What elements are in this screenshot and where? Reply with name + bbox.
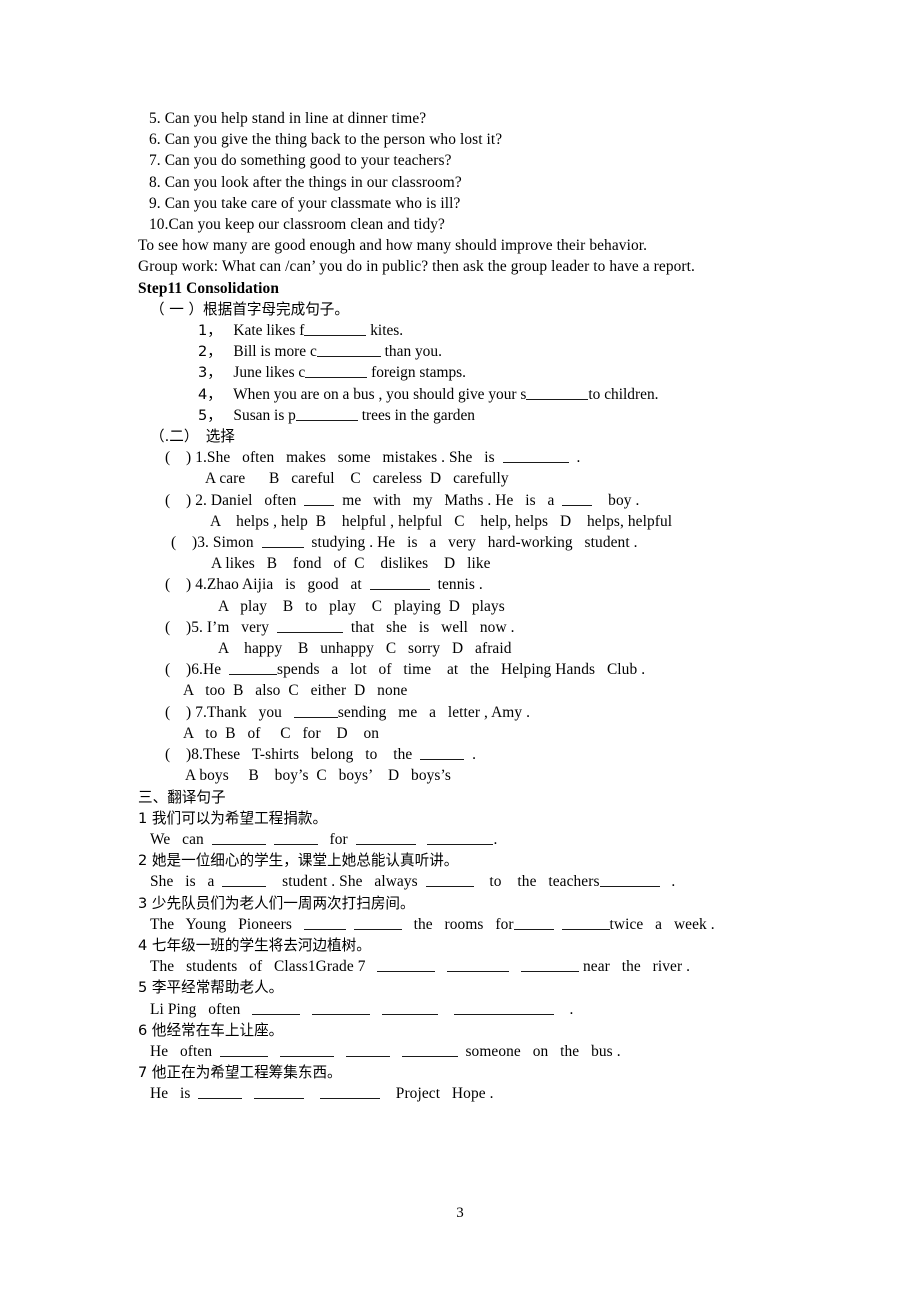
translation-answer-line: He often someone on the bus . [150, 1041, 621, 1060]
answer-blank[interactable] [211, 829, 266, 845]
answer-blank[interactable] [355, 829, 416, 845]
answer-blank[interactable] [420, 744, 465, 761]
translation-answer-line: The Young Pioneers the rooms for twice a… [150, 914, 715, 933]
choice-question-stem: ( )3. Simon studying . He is a very hard… [171, 532, 638, 552]
answer-blank[interactable] [261, 532, 304, 549]
answer-blank[interactable] [381, 999, 438, 1015]
choice-options[interactable]: A likes B fond of C dislikes D like [138, 553, 790, 574]
answer-blank[interactable] [502, 448, 569, 464]
translation-prompt: 3 少先队员们为老人们一周两次打扫房间。 [138, 894, 415, 912]
choice-question-stem: ( ) 7.Thank you sending me a letter , Am… [165, 702, 531, 721]
answer-blank[interactable] [254, 1084, 305, 1100]
answer-blank[interactable] [295, 405, 358, 421]
choice-question-stem: ( ) 1.She often makes some mistakes . Sh… [165, 448, 581, 467]
can-you-item: 6. Can you give the thing back to the pe… [149, 131, 503, 149]
translation-answer-line: He is Project Hope . [150, 1084, 494, 1103]
item-number: 1， [198, 322, 222, 340]
answer-blank[interactable] [526, 384, 589, 400]
group-work-instruction: Group work: What can /can’ you do in pub… [138, 258, 695, 276]
item-number: 5， [198, 406, 222, 424]
answer-blank[interactable] [353, 914, 402, 930]
section-two-label: （.二） 选择 [150, 428, 235, 446]
answer-blank[interactable] [229, 660, 278, 676]
can-you-item: 9. Can you take care of your classmate w… [149, 194, 461, 212]
fill-in-item: 2， Bill is more c than you. [198, 342, 442, 361]
answer-blank[interactable] [316, 342, 381, 358]
answer-blank[interactable] [303, 914, 346, 930]
translation-prompt: 4 七年级一班的学生将去河边植树。 [138, 936, 371, 954]
section-two-items: ( ) 1.She often makes some mistakes . Sh… [138, 447, 790, 786]
choice-options[interactable]: A to B of C for D on [138, 723, 790, 744]
answer-blank[interactable] [279, 1041, 334, 1057]
to-see-instruction: To see how many are good enough and how … [138, 237, 648, 255]
item-number: 2， [198, 343, 222, 361]
translation-answer-line: Li Ping often . [150, 999, 574, 1018]
translation-answer-line: The students of Class1Grade 7 near the r… [150, 957, 691, 976]
translation-prompt: 5 李平经常帮助老人。 [138, 979, 284, 997]
translation-prompt: 1 我们可以为希望工程捐款。 [138, 809, 328, 827]
translation-answer-line: She is a student . She always to the tea… [150, 872, 676, 891]
translation-heading: 三、翻译句子 [138, 788, 226, 806]
answer-blank[interactable] [304, 320, 367, 337]
page-number: 3 [456, 1205, 464, 1221]
translation-prompt: 6 他经常在车上让座。 [138, 1021, 284, 1039]
answer-blank[interactable] [453, 999, 554, 1015]
answer-blank[interactable] [220, 1041, 269, 1057]
answer-blank[interactable] [293, 702, 338, 718]
answer-blank[interactable] [252, 999, 301, 1015]
answer-blank[interactable] [312, 999, 371, 1015]
answer-blank[interactable] [425, 872, 474, 888]
step11-heading: Step11 Consolidation [138, 279, 279, 297]
choice-options[interactable]: A too B also C either D none [138, 680, 790, 701]
answer-blank[interactable] [198, 1084, 243, 1100]
choice-options[interactable]: A play B to play C playing D plays [138, 596, 790, 617]
section-one-items: 1， Kate likes f kites. 2， Bill is more c … [138, 320, 790, 426]
can-you-item: 10.Can you keep our classroom clean and … [149, 216, 445, 234]
can-you-item: 8. Can you look after the things in our … [149, 173, 462, 191]
choice-options[interactable]: A care B careful C careless D carefully [138, 468, 790, 489]
answer-blank[interactable] [377, 957, 436, 973]
can-you-item: 5. Can you help stand in line at dinner … [149, 110, 427, 127]
answer-blank[interactable] [304, 490, 335, 506]
answer-blank[interactable] [345, 1041, 390, 1057]
answer-blank[interactable] [521, 957, 580, 973]
answer-blank[interactable] [305, 363, 368, 379]
choice-options[interactable]: A happy B unhappy C sorry D afraid [138, 638, 790, 659]
choice-options[interactable]: A boys B boy’s C boys’ D boys’s [138, 765, 790, 786]
answer-blank[interactable] [273, 829, 318, 845]
fill-in-item: 5， Susan is p trees in the garden [198, 405, 475, 424]
worksheet-page: 5. Can you help stand in line at dinner … [0, 0, 920, 1302]
answer-blank[interactable] [427, 829, 494, 845]
choice-question-stem: ( ) 4.Zhao Aijia is good at tennis . [165, 575, 483, 594]
item-number: 4， [198, 385, 222, 403]
answer-blank[interactable] [599, 872, 660, 888]
fill-in-item: 1， Kate likes f kites. [198, 320, 404, 340]
answer-blank[interactable] [561, 914, 610, 930]
can-you-item: 7. Can you do something good to your tea… [149, 152, 452, 170]
translation-prompt: 2 她是一位细心的学生，课堂上她总能认真听讲。 [138, 852, 459, 870]
answer-blank[interactable] [562, 490, 593, 506]
answer-blank[interactable] [320, 1084, 380, 1100]
fill-in-item: 3， June likes c foreign stamps. [198, 363, 466, 382]
choice-question-stem: ( ) 2. Daniel often me with my Maths . H… [165, 490, 640, 509]
choice-options[interactable]: A helps , help B helpful , helpful C hel… [138, 511, 790, 532]
answer-blank[interactable] [222, 872, 267, 888]
item-number: 3， [198, 364, 222, 382]
translation-items: 1 我们可以为希望工程捐款。 We can for . 2 她是一位细心的学生，课堂… [138, 808, 790, 1105]
answer-blank[interactable] [447, 957, 510, 973]
choice-question-stem: ( )5. I’m very that she is well now . [165, 617, 515, 636]
answer-blank[interactable] [513, 914, 554, 930]
translation-prompt: 7 他正在为希望工程筹集东西。 [138, 1064, 342, 1082]
choice-question-stem: ( )6.He spends a lot of time at the Help… [165, 660, 646, 679]
answer-blank[interactable] [369, 575, 430, 591]
answer-blank[interactable] [401, 1041, 458, 1057]
translation-answer-line: We can for . [150, 829, 498, 848]
choice-question-stem: ( )8.These T-shirts belong to the . [165, 744, 477, 764]
section-one-label: （ 一 ）根据首字母完成句子。 [150, 300, 349, 318]
answer-blank[interactable] [276, 617, 343, 633]
fill-in-item: 4， When you are on a bus , you should gi… [198, 384, 659, 403]
